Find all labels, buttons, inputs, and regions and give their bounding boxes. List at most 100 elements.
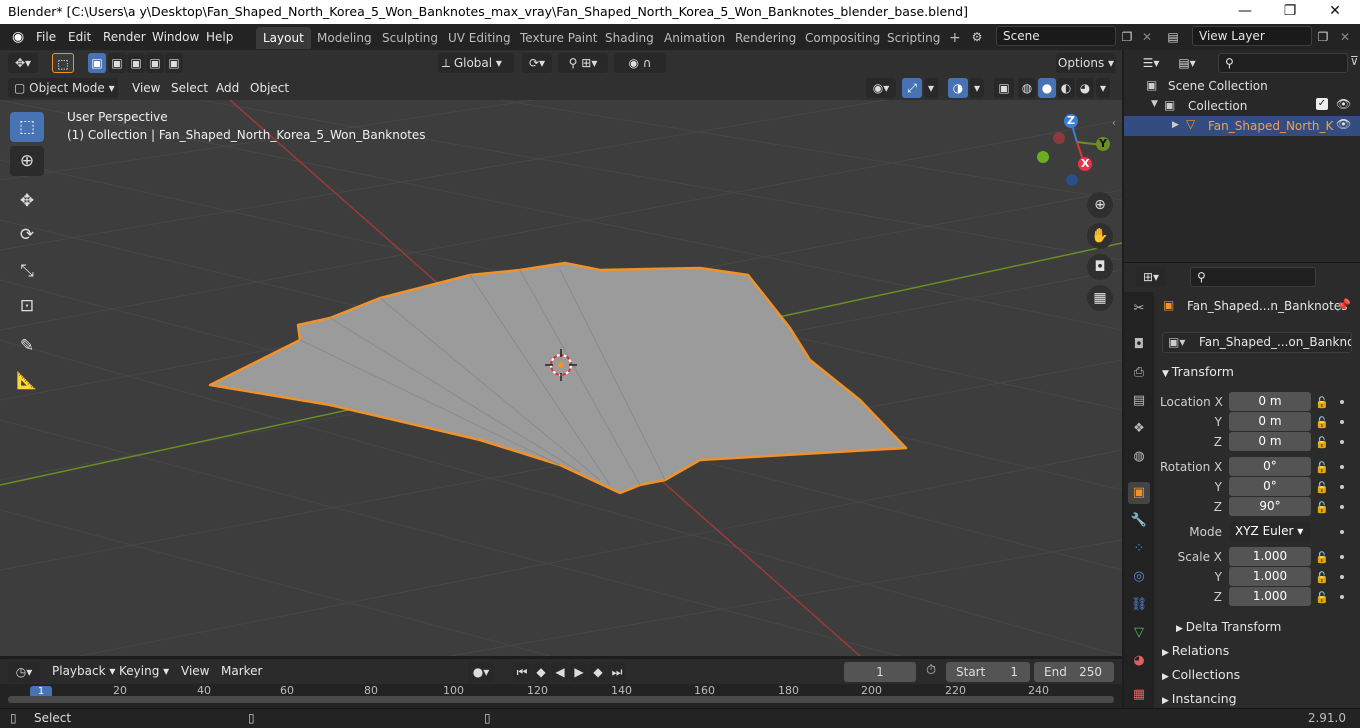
menu-window[interactable]: Window <box>148 28 203 46</box>
shading-material-icon[interactable]: ◐ <box>1057 78 1075 98</box>
new-scene-icon[interactable]: ❐ <box>1116 27 1138 47</box>
lock-icon[interactable]: 🔓 <box>1315 571 1329 584</box>
tab-scripting[interactable]: Scripting <box>880 27 947 49</box>
3d-viewport[interactable]: Z Y X User Perspective (1) Collection | … <box>0 100 1122 656</box>
outliner-row-scene-collection[interactable]: ▣ Scene Collection <box>1124 76 1360 96</box>
tab-compositing[interactable]: Compositing <box>798 27 887 49</box>
maximize-button[interactable]: ❐ <box>1267 0 1313 24</box>
keyframe-dot-icon[interactable] <box>1340 465 1344 469</box>
lock-icon[interactable]: 🔓 <box>1315 501 1329 514</box>
view-layer-field[interactable]: View Layer <box>1192 26 1312 46</box>
mode-intersect-selection-icon[interactable]: ▣ <box>165 53 183 73</box>
keyframe-dot-icon[interactable] <box>1340 400 1344 404</box>
rotation-x-field[interactable]: 0° <box>1229 457 1311 476</box>
tab-animation[interactable]: Animation <box>657 27 732 49</box>
keyframe-dot-icon[interactable] <box>1340 555 1344 559</box>
collection-exclude-checkbox[interactable]: ✓ <box>1316 98 1328 110</box>
lock-icon[interactable]: 🔓 <box>1315 436 1329 449</box>
transform-orientation-dropdown[interactable]: ⟂ Global ▾ <box>438 53 514 73</box>
select-box-mode-icon[interactable]: ⬚ <box>52 53 74 73</box>
scene-name-field[interactable]: Scene <box>996 26 1116 46</box>
outliner-row-collection[interactable]: ▼ ▣ Collection ✓ 👁 <box>1124 96 1360 116</box>
menu-render[interactable]: Render <box>99 28 150 46</box>
expand-object-icon[interactable]: ▶ <box>1172 120 1179 130</box>
view-layer-tab-icon[interactable]: ▤ <box>1128 390 1150 412</box>
annotate-tool-icon[interactable]: ✎ <box>10 331 44 361</box>
relations-section-header[interactable]: ▶ Relations <box>1162 643 1229 658</box>
keyframe-dot-icon[interactable] <box>1340 420 1344 424</box>
physics-tab-icon[interactable]: ◎ <box>1128 566 1150 588</box>
add-workspace-icon[interactable]: + <box>942 27 968 49</box>
menu-edit[interactable]: Edit <box>64 28 95 46</box>
lock-icon[interactable]: 🔓 <box>1315 551 1329 564</box>
timeline-menu-keying[interactable]: Keying ▾ <box>115 662 173 680</box>
scene-selector-icon[interactable]: ⚙ <box>966 27 988 47</box>
cursor-tool-icon[interactable]: ⊕ <box>10 146 44 176</box>
object-tab-icon[interactable]: ▣ <box>1128 482 1150 504</box>
tab-uv-editing[interactable]: UV Editing <box>441 27 518 49</box>
keyframe-dot-icon[interactable] <box>1340 530 1344 534</box>
play-icon[interactable]: ▶ <box>570 662 588 682</box>
scale-z-field[interactable]: 1.000 <box>1229 587 1311 606</box>
shading-chevron-down-icon[interactable]: ▾ <box>1096 78 1110 98</box>
viewport-menu-select[interactable]: Select <box>167 79 212 97</box>
texture-tab-icon[interactable]: ▦ <box>1128 684 1150 706</box>
rotate-tool-icon[interactable]: ⟳ <box>10 220 44 250</box>
location-y-field[interactable]: 0 m <box>1229 412 1311 431</box>
keyframe-dot-icon[interactable] <box>1340 595 1344 599</box>
editor-type-icon[interactable]: ✥▾ <box>8 53 38 73</box>
constraints-tab-icon[interactable]: ⛓ <box>1128 594 1150 616</box>
mode-invert-selection-icon[interactable]: ▣ <box>146 53 164 73</box>
scale-tool-icon[interactable]: ⤡ <box>10 256 44 286</box>
location-z-field[interactable]: 0 m <box>1229 432 1311 451</box>
visibility-icon[interactable]: ◉▾ <box>866 78 896 98</box>
viewport-menu-view[interactable]: View <box>128 79 164 97</box>
mode-extend-selection-icon[interactable]: ▣ <box>108 53 126 73</box>
timeline-menu-playback[interactable]: Playback ▾ <box>48 662 119 680</box>
outliner-search-input[interactable]: ⚲ <box>1218 53 1348 73</box>
timeline-scrollbar[interactable] <box>8 696 1114 703</box>
select-box-tool-icon[interactable]: ⬚ <box>10 112 44 142</box>
keyframe-dot-icon[interactable] <box>1340 485 1344 489</box>
tab-modeling[interactable]: Modeling <box>310 27 379 49</box>
tab-texture-paint[interactable]: Texture Paint <box>513 27 604 49</box>
perspective-toggle-icon[interactable]: ▦ <box>1087 285 1113 311</box>
timeline-menu-marker[interactable]: Marker <box>217 662 266 680</box>
keyframe-dot-icon[interactable] <box>1340 505 1344 509</box>
shading-rendered-icon[interactable]: ◕ <box>1076 78 1094 98</box>
lock-icon[interactable]: 🔓 <box>1315 416 1329 429</box>
outliner-row-object[interactable]: ▶ ▽ Fan_Shaped_North_K 👁 <box>1124 116 1360 136</box>
rotation-mode-dropdown[interactable]: XYZ Euler ▾ <box>1229 522 1311 541</box>
transform-tool-icon[interactable]: ⊡ <box>10 291 44 321</box>
jump-end-icon[interactable]: ⏭ <box>608 662 626 682</box>
play-reverse-icon[interactable]: ◀ <box>551 662 569 682</box>
options-dropdown[interactable]: Options ▾ <box>1056 53 1116 73</box>
modifier-tab-icon[interactable]: 🔧 <box>1128 510 1150 532</box>
properties-search-input[interactable]: ⚲ <box>1190 267 1316 287</box>
instancing-section-header[interactable]: ▶ Instancing <box>1162 691 1237 706</box>
zoom-icon[interactable]: ⊕ <box>1087 192 1113 218</box>
snap-icon[interactable]: ⚲ ⊞▾ <box>558 53 608 73</box>
tab-sculpting[interactable]: Sculpting <box>375 27 445 49</box>
keyframe-dot-icon[interactable] <box>1340 575 1344 579</box>
object-datablock-field[interactable]: Fan_Shaped_...on_Banknotes <box>1162 332 1352 353</box>
pan-hand-icon[interactable]: ✋ <box>1087 223 1113 249</box>
viewport-menu-object[interactable]: Object <box>246 79 293 97</box>
lock-icon[interactable]: 🔓 <box>1315 461 1329 474</box>
particles-tab-icon[interactable]: ⁘ <box>1128 538 1150 560</box>
sidebar-toggle-icon[interactable]: ‹ <box>1112 118 1116 129</box>
timeline-menu-view[interactable]: View <box>177 662 213 680</box>
outliner-display-mode-icon[interactable]: ▤▾ <box>1172 53 1202 73</box>
gizmo-toggle-icon[interactable]: ⤢ <box>902 78 922 98</box>
close-window-button[interactable]: ✕ <box>1312 0 1358 24</box>
properties-editor-type-icon[interactable]: ⊞▾ <box>1136 267 1166 287</box>
pivot-point-icon[interactable]: ⟳▾ <box>522 53 552 73</box>
scene-tab-icon[interactable]: ❖ <box>1128 418 1150 440</box>
lock-icon[interactable]: 🔓 <box>1315 396 1329 409</box>
overlays-toggle-icon[interactable]: ◑ <box>948 78 968 98</box>
expand-collection-icon[interactable]: ▼ <box>1151 99 1158 109</box>
next-keyframe-icon[interactable]: ◆ <box>589 662 607 682</box>
blender-logo-icon[interactable]: ◉ <box>8 28 28 46</box>
pin-icon[interactable]: 📌 <box>1336 298 1351 312</box>
start-frame-field[interactable]: Start 1 <box>946 662 1030 682</box>
